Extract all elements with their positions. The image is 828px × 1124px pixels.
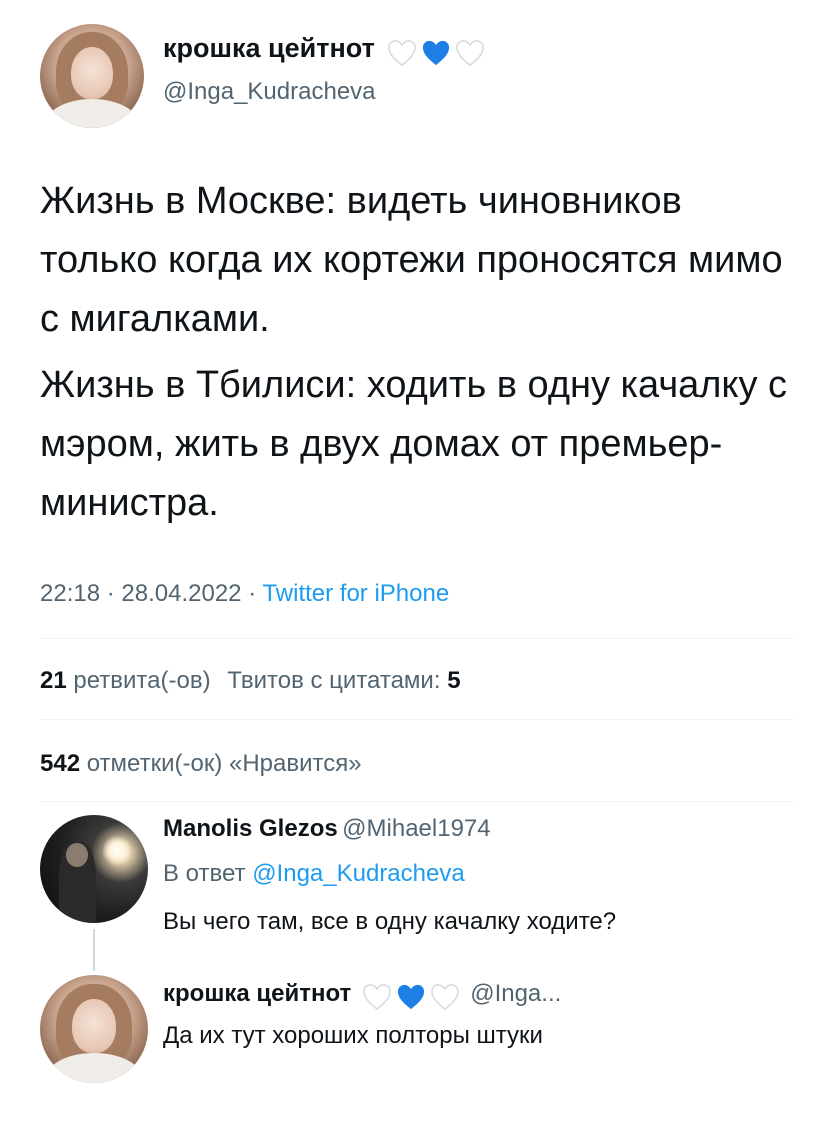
retweets-count: 21 (40, 667, 67, 694)
reply-author-name[interactable]: крошка цейтнот (163, 980, 351, 1007)
reply-to-handle[interactable]: @Inga_Kudracheva (252, 860, 465, 887)
meta-separator: · (248, 580, 257, 607)
blue-heart-icon (423, 40, 450, 65)
white-heart-icon (388, 39, 417, 66)
white-heart-icon (430, 983, 459, 1010)
reply-author-name[interactable]: Manolis Glezos (163, 815, 338, 842)
reply-avatar[interactable] (40, 815, 148, 923)
thread-line (93, 929, 95, 971)
divider (40, 719, 794, 720)
white-heart-icon (456, 39, 485, 66)
divider (40, 638, 794, 639)
author-emoji (387, 39, 485, 67)
likes-link[interactable]: 542 отметки(-ок) «Нравится» (40, 750, 362, 778)
retweets-link[interactable]: 21 ретвита(-ов) (40, 667, 217, 694)
reply-to-label: В ответ (163, 860, 246, 887)
likes-count: 542 (40, 750, 81, 777)
tweet-source[interactable]: Twitter for iPhone (262, 580, 449, 607)
tweet-date[interactable]: 28.04.2022 (121, 580, 241, 607)
reply-text: Вы чего там, все в одну качалку ходите? (163, 908, 617, 935)
reply-header: Manolis Glezos @Mihael1974 (163, 815, 491, 843)
reply-text: Да их тут хороших полторы штуки (163, 1022, 543, 1049)
tweet-paragraph-2: Жизнь в Тбилиси: ходить в одну качалку с… (40, 364, 788, 524)
author-avatar[interactable] (40, 24, 144, 128)
author-emoji (362, 983, 460, 1011)
tweet-paragraph-1: Жизнь в Москве: видеть чиновников только… (40, 180, 783, 340)
divider (40, 801, 794, 802)
reply-author-handle[interactable]: @Mihael1974 (342, 815, 490, 842)
reply-author-handle[interactable]: @Inga... (470, 980, 561, 1007)
tweet-time[interactable]: 22:18 (40, 580, 100, 607)
reply-header: крошка цейтнот @Inga... (163, 980, 561, 1011)
quotes-label: Твитов с цитатами: (227, 667, 441, 694)
author-handle[interactable]: @Inga_Kudracheva (163, 78, 376, 106)
quotes-link[interactable]: Твитов с цитатами: 5 (227, 667, 460, 694)
reply-to-line: В ответ @Inga_Kudracheva (163, 860, 465, 888)
tweet-meta: 22:18 · 28.04.2022 · Twitter for iPhone (40, 580, 449, 608)
retweets-label: ретвита(-ов) (73, 667, 211, 694)
blue-heart-icon (397, 984, 424, 1009)
white-heart-icon (362, 983, 391, 1010)
reply-avatar[interactable] (40, 975, 148, 1083)
quotes-count: 5 (447, 667, 461, 694)
likes-label: отметки(-ок) «Нравится» (86, 750, 362, 777)
meta-separator: · (106, 580, 115, 607)
retweet-stats: 21 ретвита(-ов) Твитов с цитатами: 5 (40, 667, 461, 695)
author-name[interactable]: крошка цейтнот (163, 33, 375, 63)
author-name-row: крошка цейтнот (163, 33, 485, 67)
